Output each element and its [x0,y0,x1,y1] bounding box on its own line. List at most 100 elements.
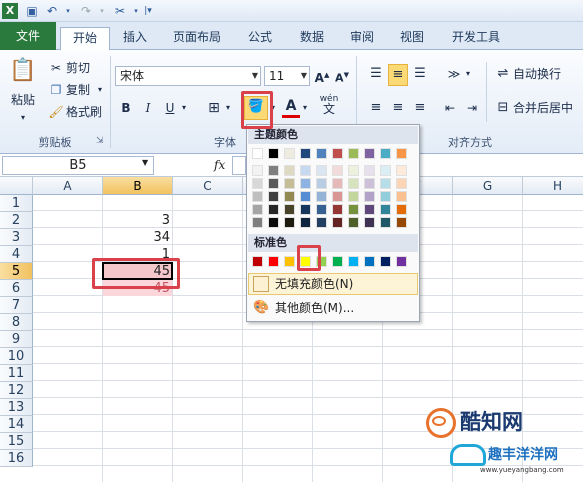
font-size-combo[interactable]: 11 ▼ [264,66,310,86]
row-header-11[interactable]: 11 [0,365,33,382]
save-icon[interactable]: ▣ [24,3,40,19]
column-header-g[interactable]: G [453,177,523,195]
phonetic-icon[interactable]: wén 文 [316,94,342,116]
theme-shade-swatch[interactable] [380,191,391,202]
row-header-5[interactable]: 5 [0,263,33,280]
tab-review[interactable]: 审阅 [340,27,384,50]
theme-shade-swatch[interactable] [396,178,407,189]
theme-shade-swatch[interactable] [332,217,343,228]
align-right-icon[interactable]: ≡ [410,98,430,118]
decrease-font-icon[interactable]: A▼ [334,65,350,89]
theme-color-swatch[interactable] [348,148,359,159]
excel-logo-icon[interactable]: X [2,3,18,19]
standard-color-swatch[interactable] [380,256,391,267]
name-box[interactable]: B5 [2,156,154,175]
name-box-dropdown-icon[interactable]: ▼ [142,158,148,167]
format-painter-icon[interactable]: 🖌 [48,102,64,122]
theme-shade-swatch[interactable] [268,165,279,176]
tab-home[interactable]: 开始 [60,27,110,51]
theme-shade-swatch[interactable] [332,191,343,202]
theme-shade-swatch[interactable] [364,178,375,189]
borders-dropdown-icon[interactable]: ▾ [224,98,232,118]
tab-data[interactable]: 数据 [290,27,334,50]
increase-indent-icon[interactable]: ⇥ [462,98,482,118]
formula-input[interactable] [232,156,246,175]
column-header-h[interactable]: H [523,177,583,195]
format-painter-button[interactable]: 格式刷 [66,102,106,122]
orientation-icon[interactable]: ≫ [444,64,464,84]
tab-formulas[interactable]: 公式 [238,27,282,50]
select-all-corner[interactable] [0,177,33,195]
wrap-text-icon[interactable]: ⇌ [494,64,512,84]
theme-shade-swatch[interactable] [396,217,407,228]
row-header-4[interactable]: 4 [0,246,33,263]
theme-shade-swatch[interactable] [300,165,311,176]
theme-color-swatch[interactable] [332,148,343,159]
column-header-a[interactable]: A [33,177,103,195]
theme-shade-swatch[interactable] [252,191,263,202]
underline-button[interactable]: U [162,98,178,118]
theme-shade-swatch[interactable] [396,165,407,176]
theme-shade-swatch[interactable] [268,191,279,202]
paste-dropdown-icon[interactable]: ▾ [8,108,38,128]
theme-shade-swatch[interactable] [300,217,311,228]
tab-insert[interactable]: 插入 [112,27,158,50]
font-size-dropdown-icon[interactable]: ▼ [301,67,307,85]
column-header-b[interactable]: B [103,177,173,195]
clipboard-launcher-icon[interactable]: ⇲ [96,136,104,146]
theme-shade-swatch[interactable] [252,165,263,176]
theme-shade-swatch[interactable] [316,191,327,202]
theme-shade-swatch[interactable] [364,165,375,176]
standard-color-swatch[interactable] [348,256,359,267]
insert-function-button[interactable]: fx [214,158,225,172]
theme-shade-swatch[interactable] [284,217,295,228]
standard-color-swatch[interactable] [332,256,343,267]
cut-button[interactable]: 剪切 [66,58,96,78]
row-header-2[interactable]: 2 [0,212,33,229]
copy-button[interactable]: 复制 [66,80,96,100]
theme-shade-swatch[interactable] [316,165,327,176]
align-left-icon[interactable]: ≡ [366,98,386,118]
theme-color-swatch[interactable] [300,148,311,159]
tools-icon[interactable]: ✂ [112,3,128,19]
theme-shade-swatch[interactable] [364,217,375,228]
theme-shade-swatch[interactable] [268,217,279,228]
standard-color-swatch[interactable] [284,256,295,267]
theme-shade-swatch[interactable] [300,204,311,215]
row-header-9[interactable]: 9 [0,331,33,348]
theme-color-swatch[interactable] [396,148,407,159]
row-header-1[interactable]: 1 [0,195,33,212]
increase-font-icon[interactable]: A▲ [314,65,330,88]
theme-color-swatch[interactable] [252,148,263,159]
row-header-3[interactable]: 3 [0,229,33,246]
tab-file[interactable]: 文件 [0,22,56,50]
wrap-text-button[interactable]: 自动换行 [513,64,581,84]
align-center-icon[interactable]: ≡ [388,98,408,118]
theme-shade-swatch[interactable] [268,204,279,215]
theme-shade-swatch[interactable] [284,191,295,202]
theme-shade-swatch[interactable] [348,191,359,202]
theme-shade-swatch[interactable] [332,178,343,189]
undo-icon[interactable]: ↶ [44,3,60,19]
redo-dropdown-icon[interactable]: ▾ [94,3,110,19]
standard-color-swatch[interactable] [396,256,407,267]
theme-shade-swatch[interactable] [268,178,279,189]
font-color-dropdown-icon[interactable]: ▾ [301,98,309,118]
customize-qat-icon[interactable]: |▾ [140,3,156,19]
standard-color-swatch[interactable] [364,256,375,267]
theme-shade-swatch[interactable] [316,178,327,189]
orientation-dropdown-icon[interactable]: ▾ [464,64,472,84]
theme-shade-swatch[interactable] [364,204,375,215]
tab-page-layout[interactable]: 页面布局 [162,27,232,50]
cell-b2[interactable]: 3 [103,212,173,229]
theme-color-swatch[interactable] [284,148,295,159]
tab-developer[interactable]: 开发工具 [442,27,510,50]
paste-button[interactable]: 粘贴 [6,90,40,110]
font-color-icon[interactable]: A [282,96,300,118]
theme-shade-swatch[interactable] [252,217,263,228]
theme-shade-swatch[interactable] [348,217,359,228]
merge-center-button[interactable]: 合并后居中 [513,98,581,118]
redo-icon[interactable]: ↷ [78,3,94,19]
theme-color-swatch[interactable] [268,148,279,159]
column-header-c[interactable]: C [173,177,243,195]
